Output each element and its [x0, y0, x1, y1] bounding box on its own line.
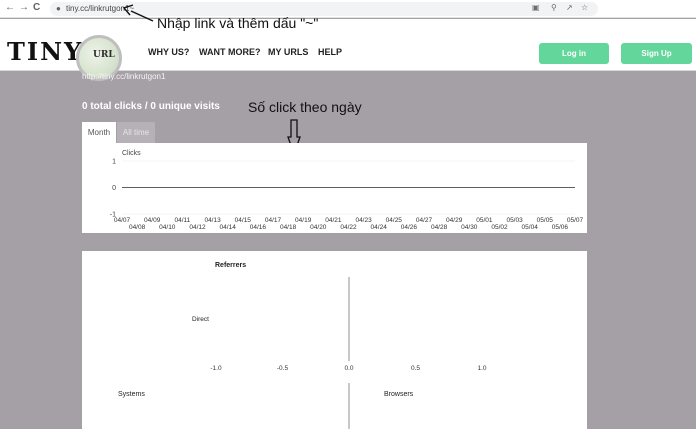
chart-xtick-label: 04/08 [129, 224, 146, 231]
unique-visits-count: 0 [150, 101, 156, 112]
url-annotation-arrow-line [130, 10, 154, 22]
referrers-xtick-label: 0.0 [344, 365, 353, 372]
click-stats: 0 total clicks / 0 unique visits [82, 101, 220, 112]
chart-xtick-label: 04/11 [175, 217, 191, 224]
chart-xtick-label: 04/28 [431, 224, 448, 231]
chart-xtick-label: 04/12 [189, 224, 206, 231]
chart-xtick-label: 04/18 [280, 224, 297, 231]
chart-xtick-label: 04/10 [159, 224, 176, 231]
chart-xtick-label: 04/25 [386, 217, 403, 224]
chart-xtick-label: 04/23 [355, 217, 372, 224]
total-clicks-count: 0 [82, 101, 88, 112]
chart-xtick-label: 04/17 [265, 217, 282, 224]
stats-separator: / [144, 101, 148, 112]
chart-xtick-label: 05/02 [491, 224, 508, 231]
chart-xtick-label: 04/16 [250, 224, 267, 231]
chart-ytick-label: 0 [112, 185, 116, 192]
unique-visits-label: unique visits [158, 101, 220, 112]
tab-month[interactable]: Month [82, 122, 116, 143]
clicks-chart-panel: Clicks 1 0 -1 04/07 04/09 04/11 04/13 04/15 04/17… [82, 143, 587, 233]
tab-all-time[interactable]: All time [117, 122, 155, 143]
chart-xtick-label: 04/19 [295, 217, 312, 224]
referrers-title: Referrers [215, 262, 246, 269]
chart-xtick-label: 05/01 [476, 217, 493, 224]
chart-xtick-label: 04/20 [310, 224, 327, 231]
chart-xtick-label: 04/14 [220, 224, 237, 231]
chart-xtick-label: 04/07 [114, 217, 131, 224]
chart-annotation-note: Số click theo ngày [248, 99, 362, 115]
total-clicks-label: total clicks [90, 101, 143, 112]
referrers-xtick-label: -1.0 [210, 365, 222, 372]
chart-xtick-label: 04/15 [235, 217, 252, 224]
chart-xtick-label: 04/24 [371, 224, 388, 231]
referrers-category-label: Direct [192, 316, 209, 323]
chart-xtick-label: 04/26 [401, 224, 418, 231]
browsers-title: Browsers [384, 391, 414, 398]
chart-xtick-label: 04/22 [340, 224, 357, 231]
chart-xtick-label: 05/07 [567, 217, 584, 224]
referrers-chart: Referrers Direct -1.0 -0.5 0.0 0.5 1.0 Systems B… [118, 262, 487, 429]
chart-ytick-label: 1 [112, 159, 116, 166]
chart-xtick-label: 05/03 [506, 217, 523, 224]
clicks-chart: Clicks10-104/07 04/09 04/11 04/13 04/15 04/17… [110, 150, 584, 231]
referrers-xtick-label: -0.5 [277, 365, 289, 372]
chart-xtick-label: 04/29 [446, 217, 463, 224]
chart-xtick-label: 04/09 [144, 217, 161, 224]
referrers-panel: Referrers Direct -1.0 -0.5 0.0 0.5 1.0 Systems B… [82, 251, 587, 429]
chart-xtick-label: 04/13 [204, 217, 221, 224]
short-url-link[interactable]: http://tiny.cc/linkrutgon1 [82, 72, 165, 81]
referrers-xtick-label: 0.5 [411, 365, 420, 372]
chart-ylabel: Clicks [122, 150, 141, 157]
chart-xtick-label: 05/04 [522, 224, 539, 231]
systems-title: Systems [118, 391, 145, 398]
chart-xtick-label: 04/21 [325, 217, 342, 224]
url-annotation-note: Nhập link và thêm dấu "~" [157, 15, 319, 31]
chart-xtick-label: 05/05 [537, 217, 554, 224]
chart-xtick-label: 04/27 [416, 217, 433, 224]
chart-xtick-label: 04/30 [461, 224, 478, 231]
chart-xtick-label: 05/06 [552, 224, 569, 231]
url-annotation-arrow-head [122, 4, 134, 16]
referrers-xtick-label: 1.0 [477, 365, 486, 372]
